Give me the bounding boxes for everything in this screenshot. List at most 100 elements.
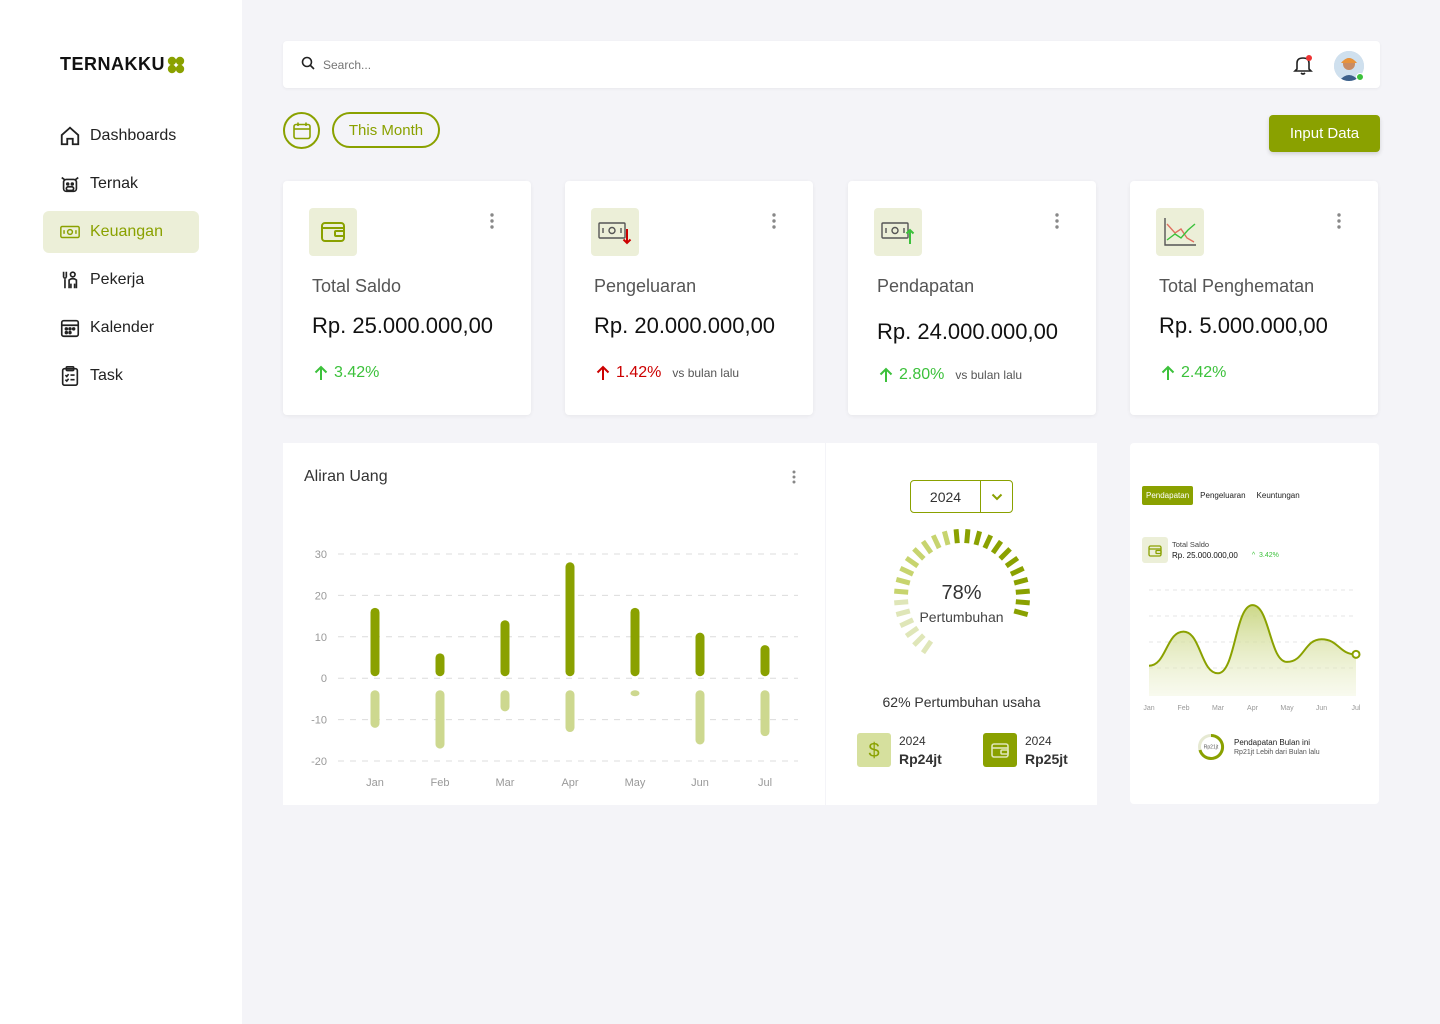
x-tick-label: Jul: [758, 777, 772, 789]
sidebar-item-task[interactable]: Task: [43, 355, 199, 397]
worker-icon: [62, 271, 78, 289]
arrow-up-icon: [596, 365, 610, 380]
ring-label: Rp21jt: [1204, 745, 1219, 751]
mini-footer-subtitle: Rp21jt Lebih dari Bulan lalu: [1234, 749, 1320, 756]
change-value: 2.80%: [899, 366, 945, 383]
gauge-percent: 78%: [941, 582, 982, 604]
online-status-dot: [1356, 73, 1364, 81]
gauge-tick: [964, 529, 971, 544]
growth-panel: 2024 78% Pertumbuhan 62% Pertumbuhan usa…: [826, 443, 1097, 805]
bar-negative: [695, 690, 705, 745]
gauge-tick: [998, 547, 1012, 561]
arrow-up-icon: [1161, 365, 1175, 380]
sidebar-item-label: Dashboards: [90, 127, 177, 144]
more-options-icon[interactable]: [1337, 213, 1341, 229]
mini-footer: Rp21jt Pendapatan Bulan ini Rp21jt Lebih…: [1197, 733, 1320, 761]
dollar-icon: $: [868, 740, 879, 761]
progress-ring: Rp21jt: [1198, 733, 1225, 760]
card-label: Pendapatan: [877, 276, 975, 296]
sidebar: TERNAKKU Dashboards Ternak Keuangan Peke…: [0, 0, 242, 1024]
card-change: 2.42%: [1161, 364, 1226, 382]
card-label: Total Saldo: [312, 276, 402, 296]
search-icon: [301, 56, 315, 70]
stat-year: 2024: [899, 733, 926, 748]
x-tick-label: Mar: [1212, 705, 1225, 712]
gauge-tick: [930, 534, 942, 550]
bell-icon[interactable]: [1293, 54, 1313, 76]
bar-positive: [565, 562, 575, 677]
bar-negative: [435, 690, 445, 749]
wallet-icon: [991, 743, 1009, 758]
brand-logo[interactable]: TERNAKKU: [60, 54, 186, 75]
sidebar-item-dashboards[interactable]: Dashboards: [43, 115, 199, 157]
card-value: Rp. 24.000.000,00: [877, 319, 1059, 344]
arrow-up-icon: [879, 367, 893, 382]
sidebar-item-ternak[interactable]: Ternak: [43, 163, 199, 205]
sidebar-item-label: Task: [90, 367, 123, 384]
stat-item: 2024 Rp25jt: [983, 733, 1068, 767]
gauge-tick: [912, 547, 926, 561]
change-value: 2.42%: [1181, 364, 1227, 381]
card-total-saldo: Total Saldo Rp. 25.000.000,00 3.42%: [283, 181, 531, 415]
top-bar: [283, 41, 1380, 88]
x-tick-label: Jun: [691, 777, 709, 789]
gauge-tick: [990, 539, 1004, 555]
bar-positive: [760, 645, 770, 677]
card-change: 1.42% vs bulan lalu: [596, 364, 739, 382]
period-filter-button[interactable]: This Month: [332, 112, 440, 148]
gauge-tick: [912, 633, 926, 647]
cash-flow-panel: Aliran Uang 30 20 10 0 -10 -20 Jan Feb Mar Apr May…: [283, 443, 825, 805]
x-tick-label: Mar: [496, 777, 515, 789]
search-input[interactable]: [323, 53, 1023, 77]
area-fill: [1149, 605, 1356, 696]
card-label: Pengeluaran: [594, 276, 697, 296]
input-data-button[interactable]: Input Data: [1269, 115, 1380, 152]
arrow-up-icon: [314, 365, 328, 380]
sidebar-nav: Dashboards Ternak Keuangan Pekerja Kalen…: [43, 115, 199, 403]
sidebar-item-kalender[interactable]: Kalender: [43, 307, 199, 349]
more-options-icon[interactable]: [490, 213, 494, 229]
calendar-button[interactable]: [283, 112, 320, 149]
gauge-tick: [904, 555, 920, 569]
bar-positive: [435, 653, 445, 677]
home-icon: [60, 126, 80, 146]
sidebar-item-pekerja[interactable]: Pekerja: [43, 259, 199, 301]
gauge-tick: [1009, 565, 1025, 577]
x-tick-label: Jun: [1316, 705, 1327, 712]
y-tick-label: 0: [321, 673, 327, 685]
gauge-tick: [920, 539, 934, 555]
area-end-point: [1351, 649, 1361, 659]
cash-flow-chart: 30 20 10 0 -10 -20 Jan Feb Mar Apr May Jun Jul: [311, 549, 798, 789]
stat-amount: Rp24jt: [899, 750, 942, 767]
wallet-icon: [321, 222, 345, 242]
gauge-tick: [920, 639, 934, 655]
calendar-icon: [60, 319, 80, 338]
money-icon: [60, 225, 80, 239]
svg-text:$: $: [868, 740, 879, 761]
gauge-label: Pertumbuhan: [919, 609, 1004, 625]
card-value: Rp. 20.000.000,00: [594, 313, 776, 338]
sidebar-item-keuangan[interactable]: Keuangan: [43, 211, 199, 253]
card-value: Rp. 25.000.000,00: [312, 313, 494, 338]
bar-positive: [500, 620, 510, 677]
compare-label: vs bulan lalu: [672, 366, 740, 380]
chart-icon: [1164, 218, 1196, 246]
card-value: Rp. 5.000.000,00: [1159, 313, 1328, 338]
more-options-icon[interactable]: [1055, 213, 1059, 229]
change-value: 3.42%: [334, 364, 380, 381]
y-tick-label: 10: [315, 632, 327, 644]
gauge-tick: [941, 530, 951, 546]
y-tick-label: -20: [311, 756, 327, 768]
brand-name: TERNAKKU: [60, 54, 165, 74]
bar-negative: [500, 690, 510, 712]
more-options-icon[interactable]: [772, 213, 776, 229]
y-tick-label: 20: [315, 590, 327, 602]
card-change: 3.42%: [314, 364, 379, 382]
bar-negative: [370, 690, 380, 728]
sidebar-item-label: Ternak: [90, 175, 139, 192]
stat-amount: Rp25jt: [1025, 750, 1068, 767]
gauge-tick: [982, 534, 994, 550]
sidebar-item-label: Keuangan: [90, 223, 163, 240]
change-value: 1.42%: [616, 364, 662, 381]
bar-negative: [760, 690, 770, 737]
